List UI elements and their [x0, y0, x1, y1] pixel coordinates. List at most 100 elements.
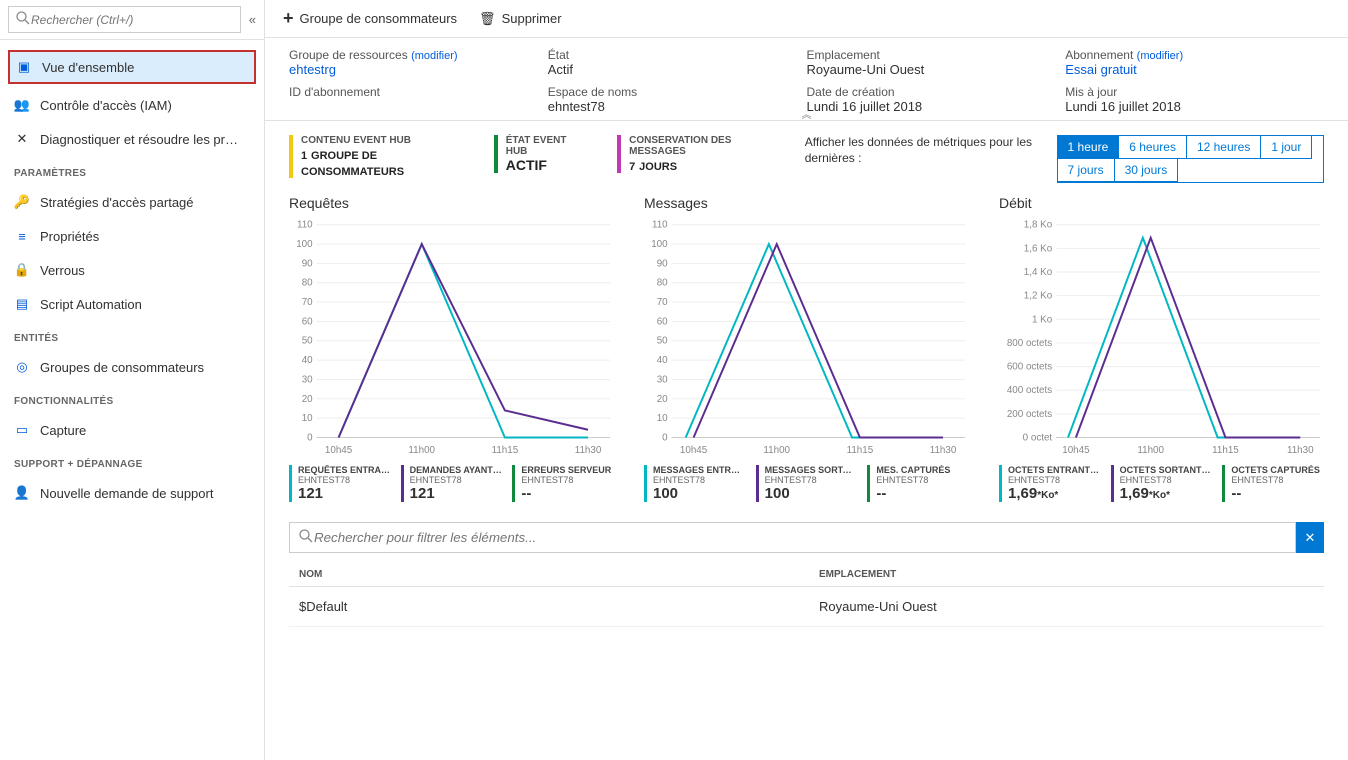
svg-text:60: 60 [302, 316, 313, 327]
loc-label: Emplacement [807, 48, 1066, 62]
svg-text:11h00: 11h00 [763, 445, 790, 456]
svg-text:1,8 Ko: 1,8 Ko [1024, 220, 1053, 231]
svg-text:200 octets: 200 octets [1007, 409, 1052, 420]
table-row[interactable]: $DefaultRoyaume-Uni Ouest [289, 587, 1324, 627]
add-consumer-group-button[interactable]: + Groupe de consommateurs [283, 8, 457, 29]
pill-content: CONTENU EVENT HUB 1 GROUPE DE CONSOMMATE… [289, 135, 454, 178]
search-box[interactable] [8, 6, 241, 33]
stat-item: OCTETS SORTANTS (…EHNTEST781,69*Ko* [1111, 465, 1213, 502]
ns-label: Espace de noms [548, 85, 807, 99]
svg-text:11h15: 11h15 [492, 445, 519, 456]
chart-area[interactable]: 010203040506070809010011010h4511h0011h15… [289, 219, 614, 459]
svg-text:50: 50 [657, 336, 668, 347]
sidebar-item-shared-access[interactable]: 🔑 Stratégies d'accès partagé [0, 185, 264, 219]
svg-text:40: 40 [302, 355, 313, 366]
svg-text:70: 70 [302, 297, 313, 308]
sidebar-item-iam[interactable]: 👥 Contrôle d'accès (IAM) [0, 88, 264, 122]
summary-row: CONTENU EVENT HUB 1 GROUPE DE CONSOMMATE… [289, 135, 1324, 183]
rg-value[interactable]: ehtestrg [289, 62, 548, 77]
support-icon: 👤 [14, 485, 30, 501]
created-label: Date de création [807, 85, 1066, 99]
svg-text:1,4 Ko: 1,4 Ko [1024, 267, 1053, 278]
sidebar-item-consumer-groups[interactable]: ◎ Groupes de consommateurs [0, 350, 264, 384]
svg-text:11h30: 11h30 [1287, 445, 1314, 456]
cell-loc: Royaume-Uni Ouest [819, 599, 1314, 614]
sidebar-item-diagnose[interactable]: ✕ Diagnostiquer et résoudre les pr… [0, 122, 264, 156]
time-option[interactable]: 30 jours [1115, 159, 1179, 182]
filter-input[interactable] [314, 530, 1287, 545]
table-header: NOM EMPLACEMENT [289, 563, 1324, 587]
status-label: État [548, 48, 807, 62]
svg-text:10h45: 10h45 [680, 445, 708, 456]
modify-link[interactable]: (modifier) [411, 50, 457, 62]
created-value: Lundi 16 juillet 2018 [807, 99, 1066, 114]
button-label: Groupe de consommateurs [300, 11, 458, 26]
menu-header-settings: PARAMÈTRES [0, 156, 264, 185]
chart-stats: OCTETS ENTRANTS (…EHNTEST781,69*Ko*OCTET… [999, 465, 1324, 502]
stat-item: OCTETS CAPTURÉSEHNTEST78-- [1222, 465, 1324, 502]
svg-text:20: 20 [657, 394, 668, 405]
modify-link[interactable]: (modifier) [1137, 50, 1183, 62]
sidebar-item-label: Diagnostiquer et résoudre les pr… [40, 132, 238, 147]
svg-text:1 Ko: 1 Ko [1032, 314, 1053, 325]
sub-value[interactable]: Essai gratuit [1065, 62, 1324, 77]
menu-header-support: SUPPORT + DÉPANNAGE [0, 447, 264, 476]
sidebar-item-label: Propriétés [40, 229, 99, 244]
filter-box[interactable] [289, 522, 1296, 553]
stat-item: MES. CAPTURÉSEHNTEST78-- [867, 465, 969, 502]
collapse-icon[interactable]: « [249, 12, 256, 27]
pill-label: CONTENU EVENT HUB [301, 135, 454, 146]
svg-text:110: 110 [652, 220, 668, 231]
sidebar-item-new-support[interactable]: 👤 Nouvelle demande de support [0, 476, 264, 510]
sidebar-item-label: Vue d'ensemble [42, 60, 134, 75]
time-option[interactable]: 1 heure [1058, 136, 1120, 159]
sidebar-item-properties[interactable]: ≡ Propriétés [0, 219, 264, 253]
time-option[interactable]: 12 heures [1187, 136, 1261, 159]
pill-label: CONSERVATION DES MESSAGES [629, 135, 765, 157]
sidebar-search: « [0, 0, 264, 40]
svg-text:40: 40 [657, 355, 668, 366]
ns-value: ehntest78 [548, 99, 807, 114]
stat-item: MESSAGES ENTRANTS…EHNTEST78100 [644, 465, 746, 502]
close-button[interactable]: ✕ [1296, 522, 1324, 553]
svg-text:30: 30 [302, 374, 313, 385]
updated-value: Lundi 16 juillet 2018 [1065, 99, 1324, 114]
chart-area[interactable]: 010203040506070809010011010h4511h0011h15… [644, 219, 969, 459]
time-buttons: 1 heure6 heures12 heures1 jour 7 jours30 … [1057, 135, 1324, 183]
svg-text:600 octets: 600 octets [1007, 362, 1052, 373]
col-loc-header[interactable]: EMPLACEMENT [819, 569, 1314, 580]
delete-button[interactable]: 🗑 Supprimer [479, 11, 561, 27]
svg-text:800 octets: 800 octets [1007, 338, 1052, 349]
sidebar-item-label: Contrôle d'accès (IAM) [40, 98, 172, 113]
pill-retention: CONSERVATION DES MESSAGES 7 JOURS [617, 135, 765, 173]
sidebar-item-capture[interactable]: ▭ Capture [0, 413, 264, 447]
sidebar-item-locks[interactable]: 🔒 Verrous [0, 253, 264, 287]
time-option[interactable]: 7 jours [1058, 159, 1115, 182]
chart-title: Requêtes [289, 195, 614, 211]
chevron-up-icon[interactable]: ︽ [802, 106, 812, 121]
svg-text:1,6 Ko: 1,6 Ko [1024, 243, 1053, 254]
chart-title: Messages [644, 195, 969, 211]
svg-text:0 octet: 0 octet [1023, 432, 1053, 443]
time-option[interactable]: 6 heures [1119, 136, 1187, 159]
overview-icon: ▣ [16, 59, 32, 75]
svg-text:11h15: 11h15 [1212, 445, 1239, 456]
essentials: Groupe de ressources (modifier) ehtestrg… [265, 38, 1348, 121]
sidebar-item-overview[interactable]: ▣ Vue d'ensemble [8, 50, 256, 84]
search-icon [298, 528, 314, 547]
sidebar-item-script[interactable]: ▤ Script Automation [0, 287, 264, 321]
svg-text:70: 70 [657, 297, 668, 308]
svg-text:10: 10 [657, 413, 668, 424]
cell-name: $Default [299, 599, 819, 614]
search-input[interactable] [31, 13, 234, 27]
time-option[interactable]: 1 jour [1261, 136, 1312, 159]
svg-text:30: 30 [657, 374, 668, 385]
svg-text:80: 80 [302, 278, 313, 289]
chart-area[interactable]: 0 octet200 octets400 octets600 octets800… [999, 219, 1324, 459]
svg-text:10: 10 [302, 413, 313, 424]
svg-text:11h00: 11h00 [1137, 445, 1164, 456]
col-name-header[interactable]: NOM [299, 569, 819, 580]
pill-unit: JOURS [639, 161, 677, 173]
pill-unit: GROUPE DE CONSOMMATEURS [301, 150, 404, 178]
properties-icon: ≡ [14, 228, 30, 244]
